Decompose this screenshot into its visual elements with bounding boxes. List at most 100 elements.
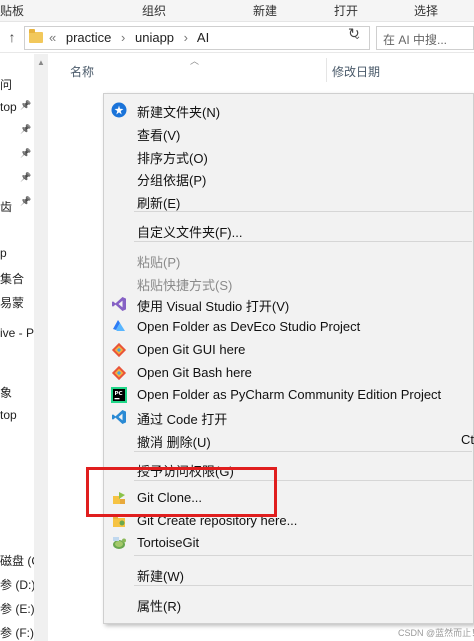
new-folder-icon xyxy=(111,102,127,118)
pin-icon[interactable]: 📌 xyxy=(20,100,31,111)
pin-icon[interactable]: 📌 xyxy=(20,196,31,207)
svg-text:PC: PC xyxy=(115,391,123,397)
column-header: ︿ 名称 修改日期 xyxy=(48,54,474,86)
menu-item-view[interactable]: 查看(V) xyxy=(104,122,474,144)
ribbon-group-new[interactable]: 新建 xyxy=(253,2,277,19)
breadcrumb-ai[interactable]: AI xyxy=(197,30,209,45)
menu-item-label: Open Folder as PyCharm Community Edition… xyxy=(137,387,442,402)
vscode-icon xyxy=(111,409,127,425)
menu-item-label: 粘贴(P) xyxy=(137,255,181,270)
nav-item[interactable]: top xyxy=(0,100,17,114)
nav-item[interactable]: 齿 xyxy=(0,198,12,215)
nav-item[interactable]: 参 (F:) xyxy=(0,624,34,641)
menu-item-label: 新建(W) xyxy=(137,569,184,584)
deveco-icon xyxy=(111,319,127,335)
menu-item-label: 分组依据(P) xyxy=(137,173,207,188)
menu-separator xyxy=(134,241,472,242)
menu-item-sort[interactable]: 排序方式(O) xyxy=(104,145,474,167)
git-gui-icon xyxy=(111,342,127,358)
nav-item[interactable]: 磁盘 (C xyxy=(0,552,34,569)
search-input[interactable]: 在 AI 中搜... xyxy=(376,26,474,50)
menu-item-refresh[interactable]: 刷新(E) xyxy=(104,190,474,212)
address-bar[interactable]: « practice › uniapp › AI ⌄ xyxy=(24,26,370,50)
menu-item-visual-studio[interactable]: 使用 Visual Studio 打开(V) xyxy=(104,293,474,315)
ribbon-group-open[interactable]: 打开 xyxy=(334,2,358,19)
menu-item-label: 撤消 删除(U) xyxy=(137,435,211,450)
menu-item-paste-shortcut: 粘贴快捷方式(S) xyxy=(104,272,474,294)
menu-item-label: 使用 Visual Studio 打开(V) xyxy=(137,299,290,314)
menu-item-properties[interactable]: 属性(R) xyxy=(104,593,474,615)
pin-icon[interactable]: 📌 xyxy=(20,124,31,135)
sort-ascending-icon: ︿ xyxy=(190,56,200,66)
nav-item[interactable]: 易蒙 xyxy=(0,294,24,311)
menu-item-label: 查看(V) xyxy=(137,128,181,143)
nav-scrollbar[interactable]: ▲ xyxy=(34,54,48,641)
nav-item[interactable]: 象 xyxy=(0,384,12,401)
menu-item-git-bash[interactable]: Open Git Bash here xyxy=(104,362,474,384)
menu-item-label: 通过 Code 打开 xyxy=(137,412,228,427)
search-placeholder: 在 AI 中搜... xyxy=(383,33,448,47)
visual-studio-icon xyxy=(111,296,127,312)
column-date-modified[interactable]: 修改日期 xyxy=(332,63,380,80)
navigation-pane: 问 top 齿 p 集合易蒙 ive - P 象 top 磁盘 (C 参 (D:) 参 (E:) 参 … xyxy=(0,54,34,641)
menu-item-label: 新建文件夹(N) xyxy=(137,105,221,120)
tortoisegit-icon xyxy=(111,535,127,551)
scroll-up-icon[interactable]: ▲ xyxy=(37,58,45,67)
up-arrow-icon[interactable]: ↑ xyxy=(4,28,20,46)
menu-item-label: 刷新(E) xyxy=(137,196,181,211)
folder-icon xyxy=(29,29,43,43)
menu-item-shortcut: Ct xyxy=(461,432,474,447)
nav-item[interactable]: p xyxy=(0,246,7,260)
annotation-highlight xyxy=(86,467,277,517)
menu-item-git-gui[interactable]: Open Git GUI here xyxy=(104,339,474,361)
nav-item[interactable]: 参 (D:) xyxy=(0,576,34,593)
menu-item-label: Open Git GUI here xyxy=(137,342,246,357)
pin-icon[interactable]: 📌 xyxy=(20,148,31,159)
nav-item[interactable]: ive - P xyxy=(0,326,34,340)
nav-item[interactable]: top xyxy=(0,408,17,422)
menu-item-label: 排序方式(O) xyxy=(137,151,208,166)
menu-item-group[interactable]: 分组依据(P) xyxy=(104,167,474,189)
breadcrumb-uniapp[interactable]: uniapp xyxy=(135,30,174,45)
menu-item-new-folder[interactable]: 新建文件夹(N) xyxy=(104,99,474,121)
breadcrumb: « practice › uniapp › AI xyxy=(49,30,215,45)
menu-item-label: Open Folder as DevEco Studio Project xyxy=(137,319,361,334)
breadcrumb-practice[interactable]: practice xyxy=(66,30,112,45)
menu-item-new[interactable]: 新建(W) xyxy=(104,563,474,585)
chevron-right-icon[interactable]: › xyxy=(184,30,188,45)
column-name[interactable]: 名称 xyxy=(70,63,94,80)
menu-item-customize[interactable]: 自定义文件夹(F)... xyxy=(104,219,474,241)
menu-item-label: TortoiseGit xyxy=(137,535,200,550)
refresh-icon[interactable]: ↻ xyxy=(348,25,360,42)
pycharm-icon: PC xyxy=(111,387,127,403)
context-menu: 新建文件夹(N) 查看(V) 排序方式(O) 分组依据(P) 刷新(E) 自定义文件夹(F… xyxy=(103,93,474,624)
column-divider[interactable] xyxy=(326,58,327,82)
chevron-right-icon[interactable]: › xyxy=(121,30,125,45)
nav-item[interactable]: 集合 xyxy=(0,270,24,287)
git-bash-icon xyxy=(111,365,127,381)
menu-item-deveco[interactable]: Open Folder as DevEco Studio Project xyxy=(104,316,474,338)
menu-separator xyxy=(134,211,472,212)
menu-separator xyxy=(134,585,472,586)
ribbon-group-clipboard[interactable]: 贴板 xyxy=(0,2,24,19)
menu-separator xyxy=(134,451,472,452)
menu-item-label: 属性(R) xyxy=(137,599,182,614)
menu-item-tortoisegit[interactable]: TortoiseGit xyxy=(104,532,474,554)
menu-item-label: 自定义文件夹(F)... xyxy=(137,225,243,240)
nav-item[interactable]: 参 (E:) xyxy=(0,600,34,617)
ribbon: 贴板 组织 新建 打开 选择 xyxy=(0,0,474,22)
ribbon-group-organize[interactable]: 组织 xyxy=(142,2,166,19)
menu-item-label: Open Git Bash here xyxy=(137,365,252,380)
pin-icon[interactable]: 📌 xyxy=(20,172,31,183)
menu-item-paste: 粘贴(P) xyxy=(104,249,474,271)
breadcrumb-overflow[interactable]: « xyxy=(49,30,56,45)
ribbon-group-select[interactable]: 选择 xyxy=(414,2,438,19)
watermark: CSDN @蓝然而止！ xyxy=(398,628,474,638)
nav-item[interactable]: 问 xyxy=(0,76,12,93)
menu-separator xyxy=(134,555,472,556)
menu-item-vscode[interactable]: 通过 Code 打开 xyxy=(104,406,474,428)
menu-item-label: 粘贴快捷方式(S) xyxy=(137,278,233,293)
menu-item-undo-delete[interactable]: 撤消 删除(U) Ct xyxy=(104,429,474,451)
menu-item-pycharm[interactable]: PC Open Folder as PyCharm Community Editi… xyxy=(104,384,474,406)
address-row: ↑ « practice › uniapp › AI ⌄ ↻ 在 AI 中搜..… xyxy=(0,23,474,53)
